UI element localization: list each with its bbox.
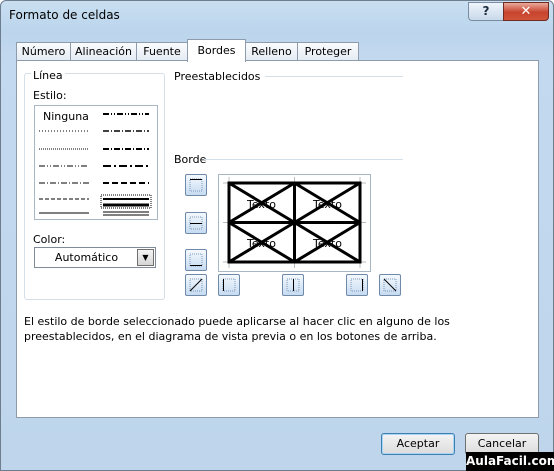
border-inner-vertical-button[interactable] <box>282 274 304 296</box>
presets-title: Preestablecidos <box>174 70 261 83</box>
line-style-list[interactable]: Ninguna <box>34 105 158 220</box>
preview-text-4: Texto <box>313 237 342 250</box>
preview-text-1: Texto <box>247 198 276 211</box>
border-preview[interactable]: Texto Texto Texto Texto <box>218 174 371 272</box>
border-right-button[interactable] <box>346 274 368 296</box>
tab-fuente[interactable]: Fuente <box>136 42 188 61</box>
watermark: AulaFacil.com <box>466 452 554 471</box>
border-left-button[interactable] <box>218 274 240 296</box>
title-bar: Formato de celdas ? ✕ <box>1 1 553 31</box>
window-title: Formato de celdas <box>9 8 120 22</box>
format-cells-dialog: Formato de celdas ? ✕ Número Alineación … <box>0 0 554 471</box>
color-select[interactable]: Automático ▼ <box>34 247 156 268</box>
description-text: El estilo de borde seleccionado puede ap… <box>24 315 450 343</box>
style-label: Estilo: <box>33 89 67 102</box>
close-button[interactable]: ✕ <box>503 2 549 21</box>
border-diagonal-down-button[interactable] <box>379 274 401 296</box>
border-diagonal-up-button[interactable] <box>185 274 207 296</box>
line-group-title: Línea <box>31 69 65 82</box>
border-inner-horizontal-button[interactable] <box>185 212 207 234</box>
tab-alineacion[interactable]: Alineación <box>70 42 137 61</box>
preview-diagram[interactable] <box>219 175 370 271</box>
tab-numero[interactable]: Número <box>16 42 71 61</box>
tab-bordes[interactable]: Bordes <box>187 39 246 62</box>
color-select-value: Automático <box>54 251 119 264</box>
border-separator <box>204 159 403 160</box>
line-style-samples[interactable] <box>35 106 157 219</box>
border-bottom-button[interactable] <box>185 249 207 271</box>
chevron-down-icon[interactable]: ▼ <box>137 249 154 266</box>
preview-text-2: Texto <box>313 198 342 211</box>
border-title: Borde <box>174 153 207 166</box>
tab-proteger[interactable]: Proteger <box>297 42 359 61</box>
border-top-button[interactable] <box>185 174 207 196</box>
color-label: Color: <box>33 233 66 246</box>
preview-text-3: Texto <box>247 237 276 250</box>
tab-relleno[interactable]: Relleno <box>245 42 298 61</box>
ok-button[interactable]: Aceptar <box>381 433 455 455</box>
presets-separator <box>265 76 403 77</box>
borders-panel: Línea Estilo: Ninguna Color: Automático … <box>16 60 539 418</box>
help-button[interactable]: ? <box>468 2 504 21</box>
